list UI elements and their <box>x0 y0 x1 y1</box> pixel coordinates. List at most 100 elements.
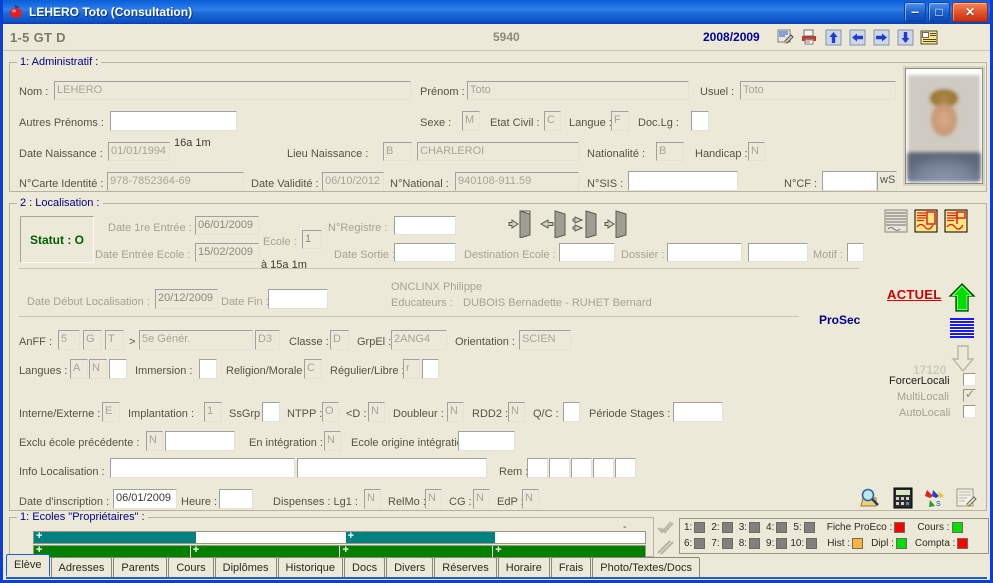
arrow-up-icon[interactable] <box>823 27 843 47</box>
dossier-field-2[interactable] <box>748 243 808 262</box>
rem-field-1[interactable] <box>527 458 548 478</box>
etat-civil-field[interactable]: C <box>544 111 561 131</box>
en-integration-field[interactable]: N <box>324 431 341 451</box>
date-fin-field[interactable] <box>268 289 328 309</box>
carte-identite-field[interactable]: 978-7852364-69 <box>107 172 244 191</box>
school-year[interactable]: 2008/2009 <box>703 30 760 44</box>
doc-yellow-icon[interactable] <box>943 208 969 234</box>
info-localisation-field-2[interactable] <box>297 458 487 478</box>
ecole-field[interactable]: 1 <box>302 230 322 249</box>
multi-locali-checkbox[interactable] <box>963 387 976 402</box>
tab-horaire[interactable]: Horaire <box>497 557 550 577</box>
arrow-down-icon[interactable] <box>895 27 915 47</box>
lieu-naissance-code-field[interactable]: B <box>383 142 412 161</box>
tab-adresses[interactable]: Adresses <box>50 557 113 577</box>
immersion-field[interactable] <box>199 359 217 379</box>
arrow-down-grey-icon[interactable] <box>951 344 975 373</box>
ecoles-bar-row-1[interactable]: + + <box>33 530 646 544</box>
lt-d-field[interactable]: N <box>368 402 385 422</box>
tab-photo-textes-docs[interactable]: Photo/Textes/Docs <box>592 557 700 577</box>
anff-code-field[interactable]: D3 <box>255 330 280 350</box>
nationalite-field[interactable]: B <box>656 142 684 161</box>
regulier-field-2[interactable] <box>422 359 439 379</box>
autres-prenoms-field[interactable] <box>110 111 237 131</box>
close-button[interactable]: ✕ <box>952 2 988 22</box>
qc-field[interactable] <box>563 402 580 422</box>
cg-field[interactable]: N <box>473 489 490 509</box>
door-in-icon[interactable] <box>539 208 568 239</box>
classe-field[interactable]: D <box>330 330 349 350</box>
national-field[interactable]: 940108-911.59 <box>455 172 579 191</box>
ecole-origine-field[interactable] <box>458 431 515 451</box>
list-card-icon[interactable] <box>919 27 939 47</box>
blue-bars-icon[interactable] <box>949 317 975 339</box>
cf-field[interactable] <box>822 171 877 191</box>
grid-grey-icon[interactable] <box>883 208 909 234</box>
anff-description-field[interactable]: 5e Génér. <box>139 330 253 350</box>
form-edit-icon[interactable] <box>955 486 979 510</box>
door-exit-icon[interactable] <box>604 208 632 239</box>
date-1re-entree-field[interactable]: 06/01/2009 <box>195 216 259 235</box>
grpel-field[interactable]: 2ANG4 <box>391 330 447 350</box>
regulier-field-1[interactable]: r <box>403 359 420 379</box>
langues-field-2[interactable]: N <box>89 359 107 379</box>
date-debut-field[interactable]: 20/12/2009 <box>155 289 218 309</box>
tab-parents[interactable]: Parents <box>113 557 168 577</box>
exclu-field-2[interactable] <box>165 431 235 451</box>
rem-field-4[interactable] <box>593 458 614 478</box>
note-edit-icon[interactable] <box>775 27 795 47</box>
handicap-field[interactable]: N <box>748 142 765 161</box>
minimize-button[interactable]: – <box>904 2 926 22</box>
arrow-left-icon[interactable] <box>847 27 867 47</box>
registre-field[interactable] <box>394 216 456 235</box>
magnifier-doc-icon[interactable] <box>859 486 883 510</box>
ssgrp-field[interactable] <box>262 402 280 422</box>
arrow-right-icon[interactable] <box>871 27 891 47</box>
date-inscription-field[interactable]: 06/01/2009 <box>113 489 177 509</box>
anff-field-1[interactable]: 5 <box>58 330 80 350</box>
doc-red-icon[interactable] <box>913 208 939 234</box>
tab-historique[interactable]: Historique <box>277 557 344 577</box>
double-slash-icon[interactable] <box>656 538 674 556</box>
sync-arrows-icon[interactable]: S <box>923 486 947 510</box>
dispenses-lg1-field[interactable]: N <box>364 489 381 509</box>
bar-segment[interactable] <box>495 532 645 543</box>
student-photo[interactable] <box>903 66 985 186</box>
doubleur-field[interactable]: N <box>447 402 464 422</box>
rem-field-3[interactable] <box>571 458 592 478</box>
tab-divers[interactable]: Divers <box>386 557 434 577</box>
tab-docs[interactable]: Docs <box>344 557 386 577</box>
date-naissance-field[interactable]: 01/01/1994 <box>108 142 170 161</box>
heure-field[interactable] <box>219 489 253 509</box>
ntpp-field[interactable]: O <box>322 402 339 422</box>
anff-field-3[interactable]: T <box>105 330 124 350</box>
rem-field-2[interactable] <box>549 458 570 478</box>
motif-field[interactable] <box>847 243 864 262</box>
maximize-button[interactable]: □ <box>928 2 950 22</box>
dossier-field[interactable] <box>667 243 742 262</box>
nom-field[interactable]: LEHERO <box>54 81 411 100</box>
info-localisation-field[interactable] <box>110 458 295 478</box>
exclu-field[interactable]: N <box>146 431 163 451</box>
actuel-label[interactable]: ACTUEL <box>887 287 942 302</box>
bar-segment[interactable]: + <box>34 530 196 543</box>
orientation-field[interactable]: SCIEN <box>519 330 571 350</box>
sexe-field[interactable]: M <box>462 111 480 131</box>
printer-icon[interactable] <box>799 27 819 47</box>
implantation-field[interactable]: 1 <box>204 402 222 422</box>
langue-field[interactable]: F <box>611 111 629 131</box>
langues-field-1[interactable]: A <box>70 359 88 379</box>
prenom-field[interactable]: Toto <box>467 81 689 100</box>
langues-field-3[interactable] <box>109 359 127 379</box>
edp-field[interactable]: N <box>522 489 539 509</box>
periode-stages-field[interactable] <box>673 402 723 422</box>
usuel-field[interactable]: Toto <box>740 81 896 100</box>
door-out-icon[interactable] <box>508 208 536 239</box>
double-check-icon[interactable] <box>656 519 674 537</box>
relmo-field[interactable]: N <box>425 489 442 509</box>
auto-locali-checkbox[interactable] <box>963 405 976 418</box>
arrow-up-green-icon[interactable] <box>948 283 976 312</box>
bar-segment[interactable] <box>195 532 346 543</box>
destination-ecole-field[interactable] <box>559 243 615 262</box>
date-sortie-field[interactable] <box>394 243 456 262</box>
